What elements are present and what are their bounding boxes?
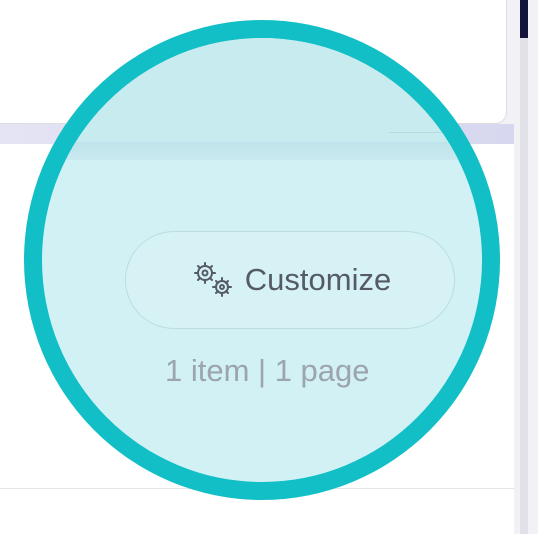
customize-button-label: Customize — [244, 262, 392, 297]
magnified-divider-band — [42, 142, 482, 160]
customize-button[interactable]: Customize — [125, 231, 455, 329]
column-header-id[interactable]: ID — [84, 443, 108, 482]
gears-icon — [189, 260, 237, 300]
magnified-card-edge — [389, 38, 470, 133]
scrollbar-thumb[interactable] — [520, 0, 528, 38]
pagination-summary: 1 item | 1 page — [165, 353, 370, 388]
scrollbar-track[interactable] — [520, 0, 528, 534]
magnifier-overlay: Customize 1 item | 1 page ID 327509317 — [24, 20, 500, 500]
